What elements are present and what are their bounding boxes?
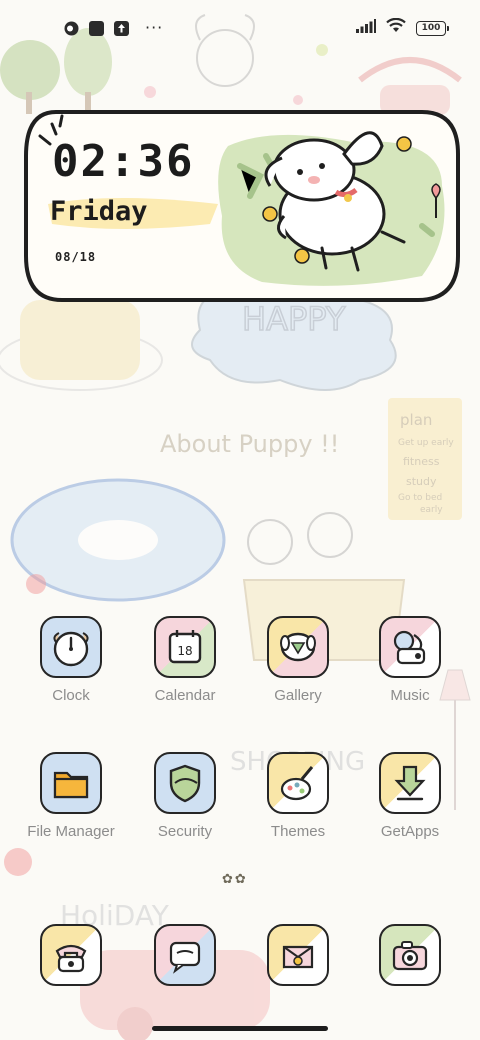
messages-icon[interactable] — [154, 924, 216, 986]
signal-icon — [356, 18, 376, 38]
overflow-dots: ··· — [145, 18, 164, 37]
svg-text:plan: plan — [400, 411, 432, 429]
dock-browser[interactable] — [243, 924, 353, 986]
shield-icon[interactable] — [154, 752, 216, 814]
app-label: Themes — [270, 823, 326, 840]
about-puppy-doodle: About Puppy !! — [160, 430, 339, 458]
clock-icon[interactable] — [40, 616, 102, 678]
dock-camera[interactable] — [355, 924, 465, 986]
svg-text:early: early — [420, 505, 443, 515]
clock-time: 02:36 — [52, 136, 195, 187]
app-label: Security — [157, 823, 213, 840]
app-label: File Manager — [27, 823, 115, 840]
svg-text:fitness: fitness — [403, 455, 440, 468]
app-label: GetApps — [380, 823, 440, 840]
upload-icon — [114, 20, 129, 36]
download-icon[interactable] — [379, 752, 441, 814]
dock-messages[interactable] — [130, 924, 240, 986]
app-getapps[interactable]: GetApps — [355, 752, 465, 840]
wifi-icon — [386, 17, 406, 38]
notification-circle-icon — [64, 21, 79, 36]
svg-text:study: study — [406, 475, 437, 488]
app-label: Clock — [52, 687, 90, 704]
clock-day: Friday — [50, 196, 148, 227]
gallery-icon[interactable] — [267, 616, 329, 678]
app-themes[interactable]: Themes — [243, 752, 353, 840]
svg-text:Get up early: Get up early — [398, 438, 454, 448]
app-clock[interactable]: Clock — [16, 616, 126, 704]
app-label: Gallery — [274, 687, 322, 704]
app-security[interactable]: Security — [130, 752, 240, 840]
palette-icon[interactable] — [267, 752, 329, 814]
browser-icon[interactable] — [267, 924, 329, 986]
app-label: Calendar — [154, 687, 216, 704]
folder-icon[interactable] — [40, 752, 102, 814]
phone-icon[interactable] — [40, 924, 102, 986]
status-bar: ··· 100 — [0, 0, 480, 56]
svg-text:Go to bed: Go to bed — [398, 493, 442, 503]
app-label: Music — [390, 687, 430, 704]
battery-icon: 100 — [416, 20, 449, 36]
music-icon[interactable] — [379, 616, 441, 678]
clock-date: 08/18 — [55, 250, 97, 264]
home-indicator[interactable] — [152, 1026, 328, 1031]
calendar-day-number: 18 — [177, 644, 192, 658]
plan-note: plan Get up early fitness study Go to be… — [388, 398, 462, 520]
app-music[interactable]: Music — [355, 616, 465, 704]
app-calendar[interactable]: 18 Calendar — [130, 616, 240, 704]
dock-phone[interactable] — [16, 924, 126, 986]
camera-icon[interactable] — [379, 924, 441, 986]
app-gallery[interactable]: Gallery — [243, 616, 353, 704]
app-square-icon — [89, 20, 104, 36]
bread-sketch — [0, 300, 163, 391]
app-file-manager[interactable]: File Manager — [16, 752, 126, 840]
calendar-icon[interactable]: 18 — [154, 616, 216, 678]
page-indicator[interactable]: ✿✿ — [222, 872, 248, 887]
